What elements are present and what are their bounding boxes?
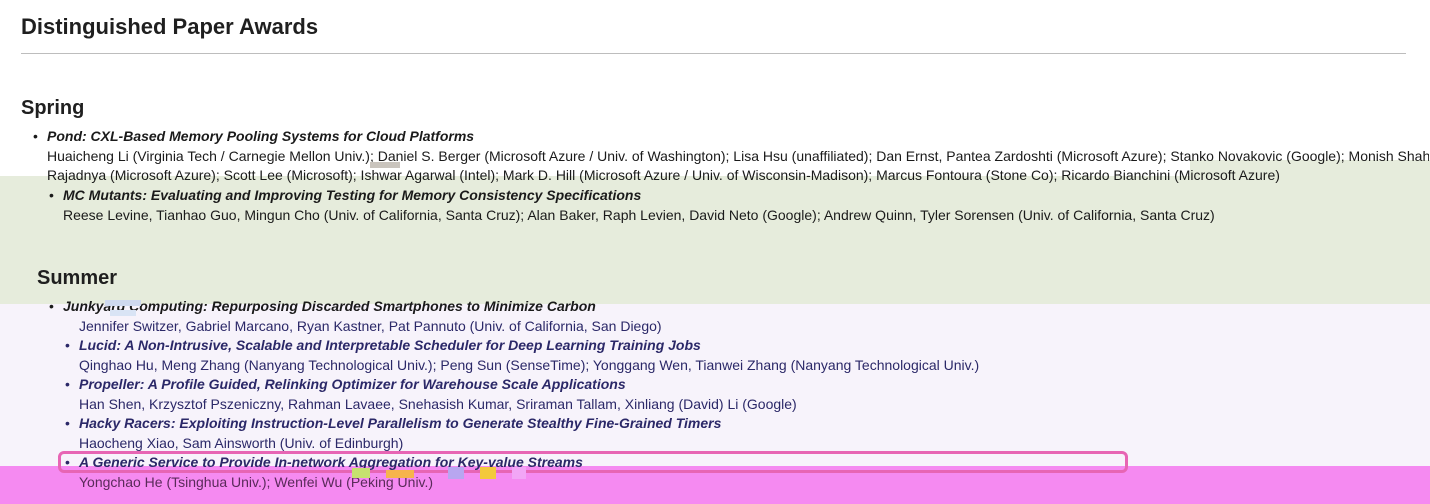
paper-title-link[interactable]: Junkyard Computing: Repurposing Discarde… — [63, 297, 596, 316]
paper-authors: Han Shen, Krzysztof Pszeniczny, Rahman L… — [79, 396, 797, 412]
bullet: • — [49, 187, 54, 203]
section-heading-summer: Summer — [37, 267, 118, 289]
paper-authors: Huaicheng Li (Virginia Tech / Carnegie M… — [47, 148, 1429, 164]
glitch-fragment — [110, 310, 136, 316]
paper-item: • Pond: CXL-Based Memory Pooling Systems… — [33, 127, 1429, 185]
title-divider — [21, 53, 1406, 54]
paper-title-link[interactable]: Lucid: A Non-Intrusive, Scalable and Int… — [79, 336, 979, 355]
paper-authors: Rajadnya (Microsoft Azure); Scott Lee (M… — [47, 167, 1280, 183]
glitch-fragment — [480, 467, 496, 479]
paper-title-link[interactable]: Hacky Racers: Exploiting Instruction-Lev… — [79, 414, 721, 433]
paper-authors: Reese Levine, Tianhao Guo, Mingun Cho (U… — [63, 207, 1215, 223]
paper-title-link[interactable]: MC Mutants: Evaluating and Improving Tes… — [63, 186, 1215, 205]
awards-page: Distinguished Paper Awards Spring • Pond… — [0, 0, 1430, 504]
paper-title-link[interactable]: Pond: CXL-Based Memory Pooling Systems f… — [47, 127, 1429, 146]
paper-authors: Jennifer Switzer, Gabriel Marcano, Ryan … — [79, 318, 662, 334]
glitch-fragment — [370, 162, 400, 168]
bullet: • — [49, 298, 54, 314]
page-title: Distinguished Paper Awards — [21, 14, 319, 39]
paper-authors: Yongchao He (Tsinghua Univ.); Wenfei Wu … — [79, 474, 434, 490]
glitch-fragment — [512, 467, 526, 479]
bullet: • — [65, 376, 70, 392]
paper-item: • Junkyard Computing: Repurposing Discar… — [49, 297, 596, 316]
glitch-fragment — [105, 300, 141, 306]
paper-title-link[interactable]: A Generic Service to Provide In-network … — [79, 453, 583, 472]
section-heading-spring: Spring — [21, 97, 85, 119]
paper-authors: Haocheng Xiao, Sam Ainsworth (Univ. of E… — [79, 435, 404, 451]
paper-item: • Lucid: A Non-Intrusive, Scalable and I… — [65, 336, 980, 375]
bullet: • — [33, 128, 38, 144]
paper-item: • MC Mutants: Evaluating and Improving T… — [49, 186, 1215, 225]
paper-title-link[interactable]: Propeller: A Profile Guided, Relinking O… — [79, 375, 797, 394]
glitch-fragment — [448, 467, 464, 479]
bullet: • — [65, 337, 70, 353]
paper-item: • A Generic Service to Provide In-networ… — [65, 453, 583, 492]
glitch-fragment — [352, 468, 370, 478]
bullet: • — [65, 454, 70, 470]
paper-item: • Hacky Racers: Exploiting Instruction-L… — [65, 414, 721, 453]
paper-authors: Qinghao Hu, Meng Zhang (Nanyang Technolo… — [79, 357, 980, 373]
paper-item: Jennifer Switzer, Gabriel Marcano, Ryan … — [79, 316, 662, 336]
paper-item: • Propeller: A Profile Guided, Relinking… — [65, 375, 797, 414]
bullet: • — [65, 415, 70, 431]
glitch-fragment — [386, 470, 414, 478]
